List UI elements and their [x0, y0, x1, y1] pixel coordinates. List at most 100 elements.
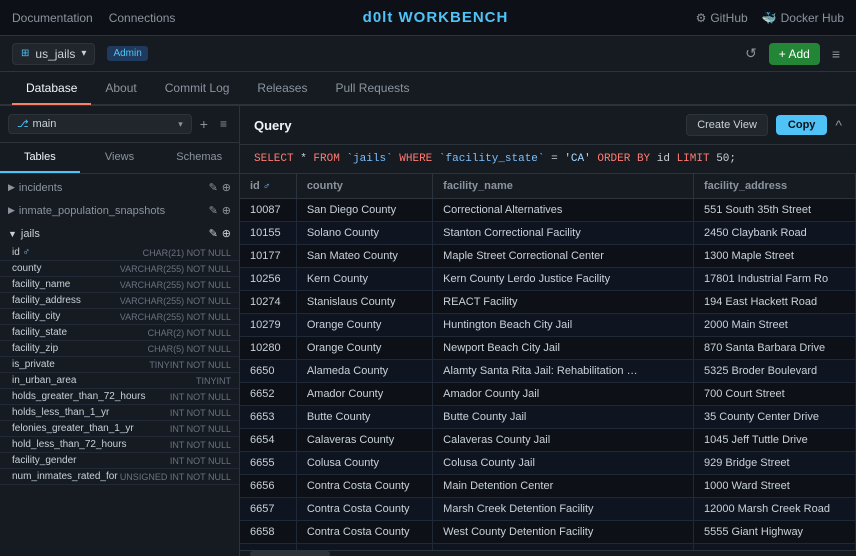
add-circle-icon-2[interactable]: ⊕: [222, 204, 231, 217]
field-hold-less-72: hold_less_than_72_hours INT NOT NULL: [0, 437, 239, 453]
table-row: 6652Amador CountyAmador County Jail700 C…: [240, 383, 856, 406]
docker-link[interactable]: 🐳 Docker Hub: [762, 11, 844, 25]
cell-county: Orange County: [296, 337, 432, 360]
horizontal-scrollbar[interactable]: [240, 550, 856, 556]
cell-facility_name: REACT Facility: [433, 291, 694, 314]
field-facility-state: facility_state CHAR(2) NOT NULL: [0, 325, 239, 341]
cell-facility_address: 870 Santa Barbara Drive: [694, 337, 856, 360]
add-circle-icon-3[interactable]: ⊕: [222, 227, 231, 240]
cell-facility_address: 2000 Main Street: [694, 314, 856, 337]
cell-id: 10279: [240, 314, 296, 337]
cell-id: 6654: [240, 429, 296, 452]
cell-id: 6652: [240, 383, 296, 406]
cell-id: 10155: [240, 222, 296, 245]
sidebar-tab-views[interactable]: Views: [80, 143, 160, 173]
cell-facility_address: 2450 Claybank Road: [694, 222, 856, 245]
cell-facility_address: 700 Court Street: [694, 383, 856, 406]
results-container[interactable]: id ♂ county facility_name facility_addre…: [240, 174, 856, 550]
menu-button[interactable]: ≡: [828, 42, 844, 66]
sidebar-tab-tables[interactable]: Tables: [0, 143, 80, 173]
cell-facility_address: 17801 Industrial Farm Ro: [694, 268, 856, 291]
cell-facility_name: Huntington Beach City Jail: [433, 314, 694, 337]
tab-pull-requests[interactable]: Pull Requests: [321, 73, 423, 105]
cell-county: Contra Costa County: [296, 475, 432, 498]
col-header-county[interactable]: county: [296, 174, 432, 199]
sidebar-tabs: Tables Views Schemas: [0, 143, 239, 174]
tab-about[interactable]: About: [91, 73, 150, 105]
cell-county: San Mateo County: [296, 245, 432, 268]
sidebar-group-inmate[interactable]: ▶ inmate_population_snapshots ✎ ⊕: [0, 199, 239, 222]
cell-county: Contra Costa County: [296, 521, 432, 544]
edit-icon-3[interactable]: ✎: [209, 227, 218, 240]
sidebar-section: ▶ incidents ✎ ⊕ ▶ inmate_population_snap…: [0, 174, 239, 487]
table-row: 10177San Mateo CountyMaple Street Correc…: [240, 245, 856, 268]
group-jails-icons: ✎ ⊕: [209, 227, 231, 240]
chevron-right-icon: ▶: [8, 182, 15, 193]
sidebar-group-jails[interactable]: ▼ jails ✎ ⊕: [0, 222, 239, 245]
add-circle-icon[interactable]: ⊕: [222, 181, 231, 194]
cell-facility_address: 551 South 35th Street: [694, 199, 856, 222]
sidebar: ⎇ main ▾ + ≡ Tables Views Schemas ▶ inci…: [0, 106, 240, 556]
table-row: 6657Contra Costa CountyMarsh Creek Deten…: [240, 498, 856, 521]
cell-facility_name: West County Detention Facility: [433, 521, 694, 544]
cell-facility_address: 1000 Ward Street: [694, 475, 856, 498]
col-header-id[interactable]: id ♂: [240, 174, 296, 199]
sidebar-add-button[interactable]: +: [196, 112, 212, 136]
cell-county: Colusa County: [296, 452, 432, 475]
chevron-right-icon-2: ▶: [8, 205, 15, 216]
cell-id: 6650: [240, 360, 296, 383]
cell-county: Kern County: [296, 268, 432, 291]
content-area: Query Create View Copy ^ SELECT * FROM `…: [240, 106, 856, 556]
admin-badge: Admin: [107, 46, 147, 61]
db-selector[interactable]: ⊞ us_jails ▾: [12, 43, 95, 65]
edit-icon-2[interactable]: ✎: [209, 204, 218, 217]
sidebar-group-incidents[interactable]: ▶ incidents ✎ ⊕: [0, 176, 239, 199]
tab-commit-log[interactable]: Commit Log: [151, 73, 244, 105]
cell-facility_address: 194 East Hackett Road: [694, 291, 856, 314]
tab-releases[interactable]: Releases: [243, 73, 321, 105]
results-table: id ♂ county facility_name facility_addre…: [240, 174, 856, 550]
create-view-button[interactable]: Create View: [686, 114, 768, 136]
table-row: 10155Solano CountyStanton Correctional F…: [240, 222, 856, 245]
collapse-button[interactable]: ^: [835, 117, 842, 133]
connections-link[interactable]: Connections: [109, 11, 176, 25]
refresh-button[interactable]: ↺: [741, 41, 761, 66]
cell-county: San Diego County: [296, 199, 432, 222]
docker-label: Docker Hub: [781, 11, 844, 25]
cell-id: 10087: [240, 199, 296, 222]
query-actions: Create View Copy ^: [686, 114, 842, 136]
sql-select: SELECT: [254, 153, 294, 165]
cell-facility_address: 5325 Broder Boulevard: [694, 360, 856, 383]
branch-name: main: [33, 118, 57, 130]
sql-table-name: `jails`: [346, 153, 392, 165]
cell-id: 10256: [240, 268, 296, 291]
col-header-facility-address[interactable]: facility_address: [694, 174, 856, 199]
cell-facility_name: Colusa County Jail: [433, 452, 694, 475]
copy-button[interactable]: Copy: [776, 115, 828, 135]
cell-county: Butte County: [296, 406, 432, 429]
tab-database[interactable]: Database: [12, 73, 91, 105]
cell-id: 10280: [240, 337, 296, 360]
sidebar-menu-button[interactable]: ≡: [216, 113, 231, 135]
cell-facility_name: Butte County Jail: [433, 406, 694, 429]
table-row: 6650Alameda CountyAlamty Santa Rita Jail…: [240, 360, 856, 383]
edit-icon[interactable]: ✎: [209, 181, 218, 194]
field-holds-greater: holds_greater_than_72_hours INT NOT NULL: [0, 389, 239, 405]
github-link[interactable]: ⚙ GitHub: [696, 11, 748, 25]
sidebar-tab-schemas[interactable]: Schemas: [159, 143, 239, 173]
db-icon: ⊞: [21, 48, 29, 59]
add-button[interactable]: + Add: [769, 43, 820, 65]
cell-facility_name: Stanton Correctional Facility: [433, 222, 694, 245]
field-facility-city: facility_city VARCHAR(255) NOT NULL: [0, 309, 239, 325]
table-row: 6658Contra Costa CountyWest County Deten…: [240, 521, 856, 544]
col-header-facility-name[interactable]: facility_name: [433, 174, 694, 199]
documentation-link[interactable]: Documentation: [12, 11, 93, 25]
table-row: 6654Calaveras CountyCalaveras County Jai…: [240, 429, 856, 452]
table-row: 6653Butte CountyButte County Jail35 Coun…: [240, 406, 856, 429]
cell-facility_address: 929 Bridge Street: [694, 452, 856, 475]
scroll-thumb[interactable]: [250, 551, 330, 556]
table-row: 10087San Diego CountyCorrectional Altern…: [240, 199, 856, 222]
tab-nav: Database About Commit Log Releases Pull …: [0, 72, 856, 106]
github-icon: ⚙: [696, 11, 707, 25]
cell-facility_name: Alamty Santa Rita Jail: Rehabilitation …: [433, 360, 694, 383]
